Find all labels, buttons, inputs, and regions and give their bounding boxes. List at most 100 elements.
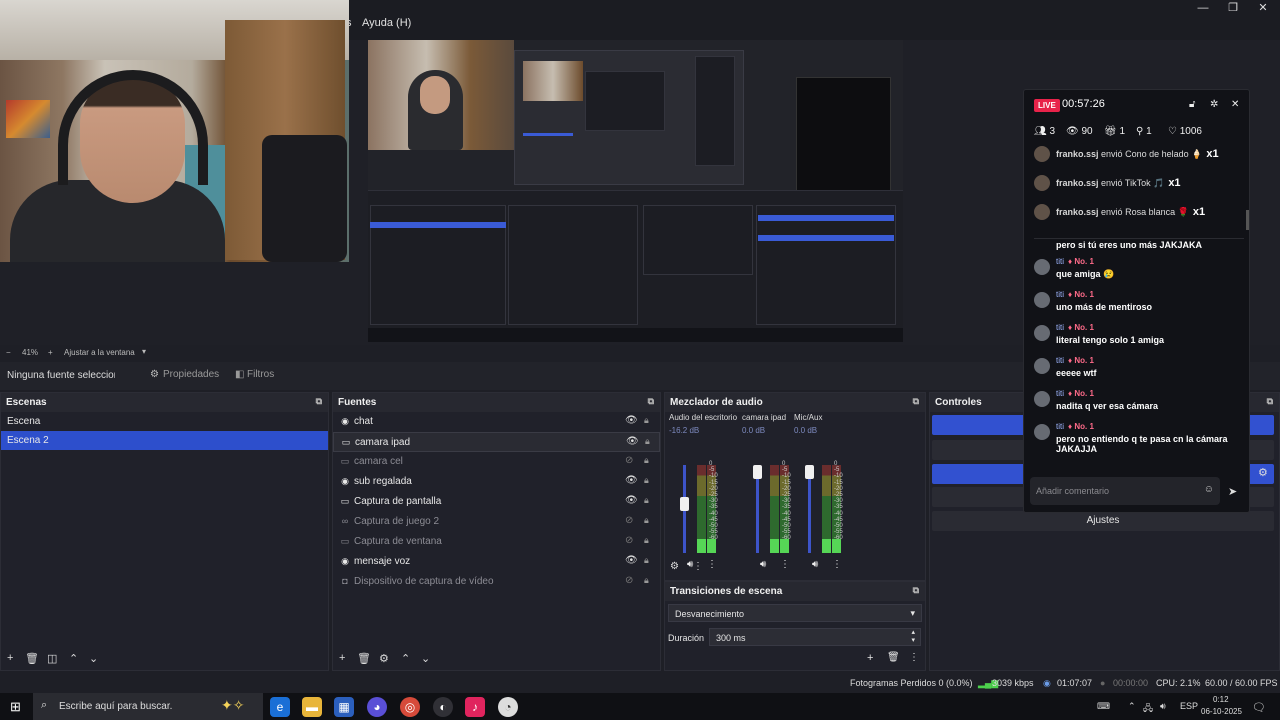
menu-item-help[interactable]: Ayuda (H) bbox=[362, 17, 411, 29]
add-icon[interactable]: + bbox=[7, 652, 13, 664]
move-down-icon[interactable]: ⌄ bbox=[421, 652, 430, 665]
zoom-in-icon[interactable]: + bbox=[48, 348, 53, 357]
eye-icon[interactable]: 👁︎ bbox=[625, 495, 638, 506]
close-icon[interactable]: ✕ bbox=[1231, 99, 1239, 110]
popout-icon[interactable]: ⧉ bbox=[1267, 396, 1273, 407]
message-text: literal tengo solo 1 amiga bbox=[1056, 335, 1165, 345]
source-item[interactable]: ▭ Captura de ventana ⊘ 🔒︎ bbox=[333, 532, 660, 552]
gear-icon[interactable]: ⚙ bbox=[670, 561, 679, 572]
scene-item[interactable]: Escena bbox=[1, 412, 328, 431]
chevron-down-icon[interactable]: ▾ bbox=[142, 347, 146, 356]
source-item[interactable]: ◉ sub regalada 👁︎ 🔒︎ bbox=[333, 472, 660, 492]
eye-icon[interactable]: 👁︎ bbox=[625, 555, 638, 566]
move-up-icon[interactable]: ⌃ bbox=[401, 652, 410, 665]
lock-icon[interactable]: 🔒︎ bbox=[644, 555, 649, 566]
source-item[interactable]: ◘ Dispositivo de captura de vídeo ⊘ 🔒︎ bbox=[333, 572, 660, 592]
clock-time[interactable]: 0:12 bbox=[1213, 695, 1229, 704]
source-item[interactable]: ∞ Captura de juego 2 ⊘ 🔒︎ bbox=[333, 512, 660, 532]
windows-start-icon[interactable]: ⊞ bbox=[10, 699, 21, 715]
sparkle-icon[interactable]: ✦✧ bbox=[221, 697, 244, 714]
source-item[interactable]: ▭ camara cel ⊘ 🔒︎ bbox=[333, 452, 660, 472]
comment-input[interactable]: Añadir comentario ☺ bbox=[1030, 477, 1220, 505]
volume-icon[interactable]: 🔊︎ bbox=[1160, 701, 1166, 712]
popout-icon[interactable]: ⧉ bbox=[648, 396, 654, 407]
lock-icon[interactable]: 🔒︎ bbox=[644, 455, 649, 466]
close-button[interactable]: ✕ bbox=[1248, 2, 1278, 16]
edge-icon[interactable]: e bbox=[270, 697, 290, 717]
more-icon[interactable]: ⋮ bbox=[707, 559, 717, 570]
eye-hidden-icon[interactable]: ⊘ bbox=[625, 455, 633, 466]
properties-button[interactable]: Propiedades bbox=[163, 369, 219, 380]
eye-icon[interactable]: 👁︎ bbox=[626, 436, 639, 447]
scene-item-selected[interactable]: Escena 2 bbox=[1, 431, 328, 450]
add-icon[interactable]: + bbox=[867, 652, 873, 664]
duration-spinbox[interactable]: 300 ms ▴ ▾ bbox=[709, 628, 921, 646]
more-icon[interactable]: ⋮ bbox=[832, 559, 842, 570]
settings-icon[interactable]: ✲ bbox=[1210, 99, 1218, 110]
eye-hidden-icon[interactable]: ⊘ bbox=[625, 575, 633, 586]
volume-slider-handle[interactable] bbox=[680, 497, 689, 511]
clock-date[interactable]: 06-10-2025 bbox=[1201, 707, 1242, 716]
speaker-icon[interactable]: 🔊︎ bbox=[812, 559, 818, 570]
popout-icon[interactable]: ⧉ bbox=[913, 396, 919, 407]
more-icon[interactable]: ⋮ bbox=[780, 559, 790, 570]
stepper-icon[interactable]: ▴ ▾ bbox=[911, 629, 915, 645]
trash-icon[interactable]: 🗑 bbox=[357, 652, 371, 665]
zoom-out-icon[interactable]: − bbox=[6, 348, 11, 357]
file-explorer-icon[interactable]: ▬ bbox=[302, 697, 322, 717]
filter-icon[interactable]: ◫ bbox=[47, 652, 57, 665]
speaker-icon[interactable]: 🔊︎ bbox=[760, 559, 766, 570]
minimize-button[interactable]: — bbox=[1188, 2, 1218, 16]
more-icon[interactable]: ⋮ bbox=[909, 652, 919, 663]
lock-icon[interactable]: 🔒︎ bbox=[644, 495, 649, 506]
lock-icon[interactable]: 🔒︎ bbox=[644, 515, 649, 526]
transition-select[interactable]: Desvanecimiento ▾ bbox=[668, 604, 922, 622]
move-down-icon[interactable]: ⌄ bbox=[89, 652, 98, 665]
popout-icon[interactable]: ⧉ bbox=[913, 585, 919, 596]
tiktok-live-icon[interactable]: ♪ bbox=[465, 697, 485, 717]
rank-icon: ♦ bbox=[1068, 323, 1073, 332]
fit-window-button[interactable]: Ajustar a la ventana bbox=[64, 348, 135, 357]
eye-hidden-icon[interactable]: ⊘ bbox=[625, 535, 633, 546]
source-item[interactable]: ◉ chat 👁︎ 🔒︎ bbox=[333, 412, 660, 432]
send-icon[interactable]: ➤ bbox=[1228, 485, 1237, 498]
more-icon[interactable]: ⋮ bbox=[693, 561, 703, 572]
popout-icon[interactable]: ⧉ bbox=[316, 396, 322, 407]
taskbar-search[interactable]: ⌕ Escribe aquí para buscar. ✦✧ bbox=[33, 693, 263, 720]
eye-hidden-icon[interactable]: ⊘ bbox=[625, 515, 633, 526]
lock-icon[interactable]: 🔒︎ bbox=[644, 415, 649, 426]
discord-icon[interactable]: ◕ bbox=[367, 697, 387, 717]
tray-chevron-icon[interactable]: ⌃ bbox=[1128, 701, 1136, 712]
trash-icon[interactable]: 🗑 bbox=[887, 652, 900, 663]
lock-icon[interactable]: 🔒︎ bbox=[644, 575, 649, 586]
lock-icon[interactable]: 🔓︎ bbox=[1189, 99, 1195, 110]
lock-icon[interactable]: 🔒︎ bbox=[645, 436, 650, 447]
source-item[interactable]: ▭ Captura de pantalla 👁︎ 🔒︎ bbox=[333, 492, 660, 512]
eye-icon[interactable]: 👁︎ bbox=[625, 475, 638, 486]
gear-icon[interactable]: ⚙ bbox=[1258, 466, 1268, 479]
obs-icon[interactable]: ◐ bbox=[433, 697, 453, 717]
move-up-icon[interactable]: ⌃ bbox=[69, 652, 78, 665]
source-item[interactable]: ◉ mensaje voz 👁︎ 🔒︎ bbox=[333, 552, 660, 572]
network-icon[interactable]: 🖧︎ bbox=[1143, 701, 1153, 717]
gear-icon[interactable]: ⚙ bbox=[379, 652, 389, 665]
chrome-icon[interactable]: ◎ bbox=[400, 697, 420, 717]
volume-slider-handle[interactable] bbox=[805, 465, 814, 479]
eye-icon[interactable]: 👁︎ bbox=[625, 415, 638, 426]
emoji-icon[interactable]: ☺ bbox=[1204, 484, 1214, 495]
source-item[interactable]: ▭ camara ipad 👁︎ 🔒︎ bbox=[333, 432, 660, 452]
filters-button[interactable]: Filtros bbox=[247, 369, 274, 380]
settings-button[interactable]: Ajustes bbox=[932, 511, 1274, 531]
volume-slider-handle[interactable] bbox=[753, 465, 762, 479]
language[interactable]: ESP bbox=[1180, 701, 1198, 711]
store-icon[interactable]: ▦ bbox=[334, 697, 354, 717]
trash-icon[interactable]: 🗑 bbox=[25, 652, 39, 665]
scrollbar[interactable] bbox=[1246, 210, 1249, 230]
keyboard-icon[interactable]: ⌨ bbox=[1097, 701, 1110, 712]
add-icon[interactable]: + bbox=[339, 652, 345, 664]
lock-icon[interactable]: 🔒︎ bbox=[644, 535, 649, 546]
lock-icon[interactable]: 🔒︎ bbox=[644, 475, 649, 486]
maximize-button[interactable]: ❐ bbox=[1218, 2, 1248, 16]
notifications-icon[interactable]: 🗨︎ bbox=[1252, 701, 1266, 714]
app-icon[interactable]: ◔ bbox=[498, 697, 518, 717]
